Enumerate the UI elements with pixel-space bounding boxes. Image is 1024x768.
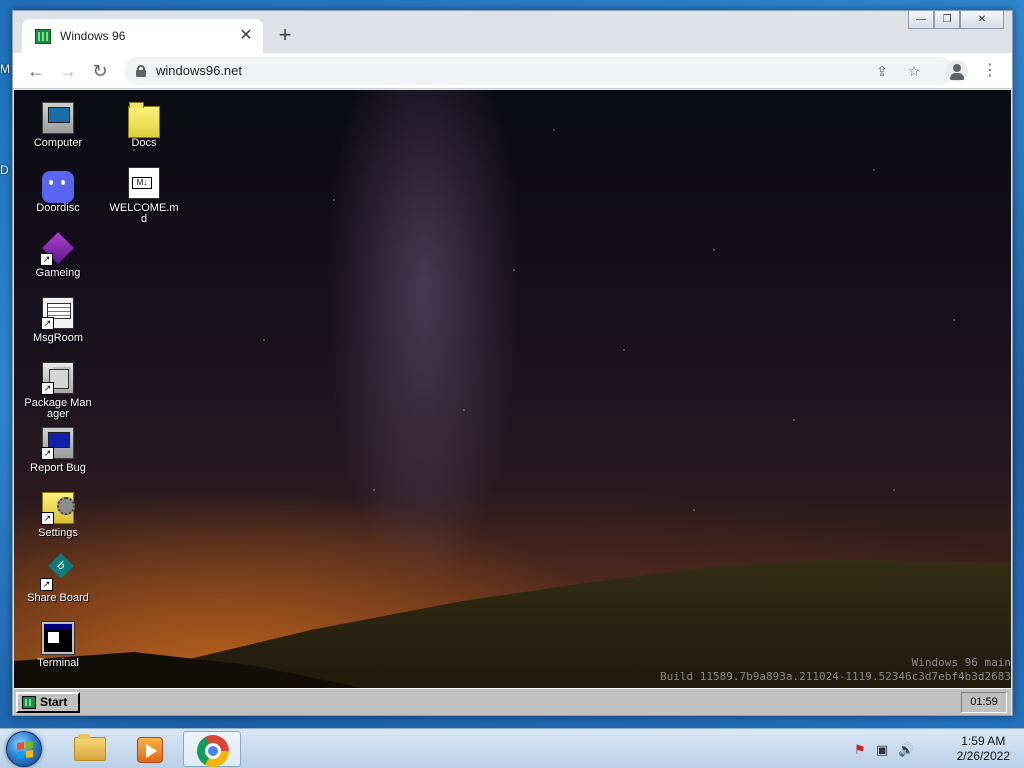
- tab-windows96[interactable]: Windows 96 ✕: [22, 19, 263, 53]
- browser-window: Windows 96 ✕ + — ❐ ✕ ← → ↻ windows96.net…: [12, 10, 1013, 716]
- desktop-icon-docs[interactable]: Docs: [108, 102, 180, 149]
- media-player-icon: [137, 737, 163, 763]
- network-icon[interactable]: ▣: [876, 742, 890, 757]
- desktop-icon-label: Gameing: [35, 267, 81, 279]
- desktop-icon-gameing[interactable]: Gameing: [22, 231, 94, 279]
- desktop-icon-report-bug[interactable]: Report Bug: [22, 427, 94, 474]
- window-controls: — ❐ ✕: [908, 11, 1004, 29]
- share-board-icon: [40, 557, 74, 591]
- desktop-icon-label: Terminal: [37, 657, 79, 669]
- windows96-desktop[interactable]: Windows 96 main Build 11589.7b9a893a.211…: [14, 90, 1011, 715]
- taskbar-chrome[interactable]: [183, 731, 241, 767]
- share-icon[interactable]: ⇪: [872, 61, 892, 81]
- tab-title: Windows 96: [60, 29, 126, 43]
- address-bar[interactable]: windows96.net ⇪ ☆: [124, 57, 954, 85]
- game-cube-icon: [40, 231, 75, 266]
- start-label: Start: [40, 695, 68, 709]
- bookmark-star-icon[interactable]: ☆: [904, 61, 924, 81]
- back-button[interactable]: ←: [25, 60, 47, 82]
- start-button[interactable]: Start: [16, 692, 80, 713]
- system-tray: ⚑ ▣ 🔊 1:59 AM 2/26/2022: [854, 729, 1024, 768]
- desktop-icon-doordisc[interactable]: Doordisc: [22, 167, 94, 214]
- desktop-icon-msgroom[interactable]: MsgRoom: [22, 297, 94, 344]
- desktop-icon-label: Computer: [33, 137, 83, 149]
- desktop-icon-terminal[interactable]: Terminal: [22, 621, 94, 669]
- close-window-button[interactable]: ✕: [960, 11, 1004, 29]
- desktop-icon-settings[interactable]: Settings: [22, 492, 94, 539]
- chat-room-icon: [41, 297, 74, 330]
- discord-icon: [42, 171, 74, 203]
- minimize-button[interactable]: —: [908, 11, 934, 29]
- build-title: Windows 96 main: [911, 656, 1011, 669]
- file-explorer-icon: [74, 734, 106, 761]
- system-clock[interactable]: 1:59 AM 2/26/2022: [957, 734, 1010, 764]
- desktop-icon-label: Settings: [38, 527, 78, 539]
- computer-icon: [42, 102, 74, 134]
- desktop-icon-label: Doordisc: [36, 202, 80, 214]
- chrome-icon: [197, 735, 229, 767]
- report-bug-icon: [41, 427, 74, 460]
- browser-toolbar: ← → ↻ windows96.net ⇪ ☆ ⋮: [13, 53, 1012, 89]
- build-number: Build 11589.7b9a893a.211024-1119.52346c3…: [660, 670, 1011, 683]
- lock-icon[interactable]: [136, 65, 146, 77]
- taskbar-media-player[interactable]: [121, 731, 179, 767]
- desktop-icon-package-manager[interactable]: Package Manager: [22, 362, 94, 420]
- tab-strip: Windows 96 ✕ + — ❐ ✕: [13, 11, 1012, 53]
- new-tab-button[interactable]: +: [274, 24, 296, 46]
- windows96-logo-icon: [22, 696, 36, 709]
- restore-button[interactable]: ❐: [934, 11, 960, 29]
- markdown-file-icon: [128, 167, 160, 199]
- terminal-icon: [41, 621, 75, 655]
- action-center-flag-icon[interactable]: ⚑: [854, 742, 868, 757]
- desktop-icon-label: MsgRoom: [32, 332, 84, 344]
- profile-avatar-icon[interactable]: [946, 60, 968, 82]
- url-text[interactable]: windows96.net: [156, 63, 242, 78]
- folder-icon: [128, 102, 160, 138]
- desktop-icon-label: WELCOME.md: [109, 202, 179, 225]
- desktop-icon-label: Report Bug: [30, 462, 86, 474]
- close-tab-icon[interactable]: ✕: [236, 26, 256, 46]
- windows96-taskbar: Start 01:59: [14, 688, 1011, 715]
- taskbar-explorer[interactable]: [60, 731, 118, 767]
- desktop-icon-share-board[interactable]: Share Board: [22, 557, 94, 604]
- volume-icon[interactable]: 🔊: [898, 742, 914, 757]
- browser-menu-icon[interactable]: ⋮: [979, 60, 1001, 82]
- windows-start-orb-icon[interactable]: [6, 731, 42, 767]
- desktop-icon-label: Docs: [131, 137, 157, 149]
- clock-time: 1:59 AM: [961, 734, 1006, 748]
- host-taskbar: ⚑ ▣ 🔊 1:59 AM 2/26/2022: [0, 728, 1024, 768]
- windows96-favicon-icon: [35, 29, 51, 44]
- desktop-icon-label: Share Board: [27, 592, 89, 604]
- desktop-icon-label: Package Manager: [24, 397, 92, 420]
- desktop-icon-welcome-md[interactable]: WELCOME.md: [108, 167, 180, 225]
- clock-date: 2/26/2022: [956, 749, 1010, 763]
- forward-button[interactable]: →: [57, 60, 79, 82]
- desktop-icon-computer[interactable]: Computer: [22, 102, 94, 149]
- reload-button[interactable]: ↻: [89, 60, 111, 82]
- settings-folder-icon: [41, 492, 75, 525]
- windows96-clock[interactable]: 01:59: [961, 692, 1007, 713]
- package-icon: [41, 362, 74, 395]
